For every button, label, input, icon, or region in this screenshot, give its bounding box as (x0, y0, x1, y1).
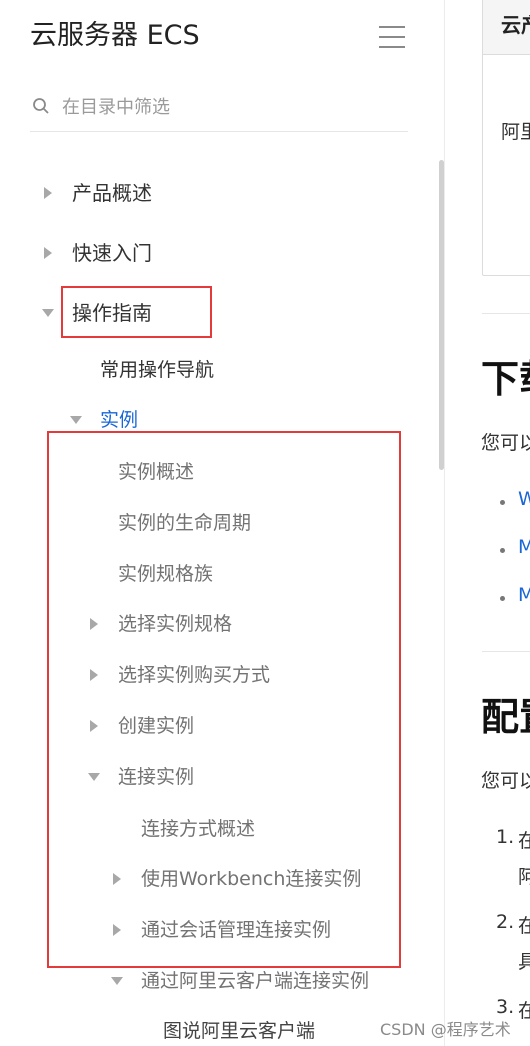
catalog-filter (30, 86, 408, 132)
nav-item-label: 连接方式概述 (141, 818, 256, 840)
section-divider (482, 313, 530, 314)
caret-down-icon (42, 309, 54, 317)
section-paragraph: 您可以 (481, 770, 530, 792)
step-text: 在 (518, 830, 530, 852)
nav-item-create-instance[interactable]: 创建实例 (86, 709, 396, 743)
section-divider (482, 651, 530, 652)
caret-right-icon (44, 187, 52, 199)
step-text: 在 (518, 1000, 530, 1022)
hamburger-menu-icon[interactable] (379, 26, 405, 48)
nav-item-label: 通过阿里云客户端连接实例 (141, 970, 370, 992)
nav-item-label: 实例概述 (118, 461, 195, 483)
step-text: 在 (518, 915, 530, 937)
section-heading-download: 下载 (481, 357, 530, 401)
nav-item-session-manager-connect[interactable]: 通过会话管理连接实例 (109, 913, 399, 947)
caret-down-icon (88, 773, 100, 781)
nav-item-label: 创建实例 (118, 715, 195, 737)
caret-right-icon (90, 720, 98, 732)
nav-item-label: 通过会话管理连接实例 (141, 919, 332, 941)
step-text: 阿 (518, 866, 530, 888)
caret-down-icon (70, 416, 82, 424)
sidebar-header: 云服务器 ECS (30, 18, 408, 58)
nav-item-instance-lifecycle[interactable]: 实例的生命周期 (118, 505, 398, 539)
section-heading-config: 配置 (481, 695, 530, 739)
nav-item-instance[interactable]: 实例 (68, 403, 368, 437)
bullet-icon (500, 548, 505, 553)
nav-item-select-instance-type[interactable]: 选择实例规格 (86, 607, 396, 641)
nav-item-label: 选择实例规格 (118, 613, 233, 635)
nav-item-label: 使用Workbench连接实例 (141, 868, 362, 890)
nav-item-label: 实例 (100, 409, 139, 431)
step-text: 具 (518, 951, 530, 973)
caret-down-icon (111, 977, 123, 985)
step-number: 1. (496, 826, 515, 848)
download-link[interactable]: M (518, 536, 530, 558)
nav-item-label: 连接实例 (118, 766, 195, 788)
sidebar-nav: 云服务器 ECS 产品概述 快速入门 操作指南 常用操作导航 实例 实例概述 实… (0, 0, 445, 1046)
caret-right-icon (113, 873, 121, 885)
main-content: 云产 阿里 下载 您可以 W M M 配置 您可以 1. 在 阿 2. 在 具 … (446, 0, 530, 1046)
caret-right-icon (113, 924, 121, 936)
sidebar-scrollbar[interactable] (439, 160, 444, 470)
caret-right-icon (90, 618, 98, 630)
info-card: 云产 阿里 (482, 0, 530, 276)
nav-item-label: 操作指南 (72, 301, 152, 325)
info-card-text: 阿里 (501, 121, 530, 143)
download-link[interactable]: W (518, 488, 530, 510)
section-paragraph: 您可以 (481, 432, 530, 454)
nav-item-common-operations[interactable]: 常用操作导航 (100, 353, 400, 387)
nav-item-workbench-connect[interactable]: 使用Workbench连接实例 (109, 862, 399, 896)
search-icon (33, 98, 49, 114)
image-caption: 图说阿里云客户端 (163, 1020, 316, 1042)
nav-item-connection-overview[interactable]: 连接方式概述 (141, 811, 396, 845)
nav-item-instance-overview[interactable]: 实例概述 (118, 454, 398, 488)
nav-item-label: 实例规格族 (118, 563, 214, 585)
step-number: 3. (496, 996, 515, 1018)
nav-item-label: 快速入门 (72, 241, 152, 265)
sidebar-title: 云服务器 ECS (30, 20, 200, 51)
bullet-icon (500, 596, 505, 601)
nav-item-quick-start[interactable]: 快速入门 (40, 236, 340, 270)
caret-right-icon (44, 247, 52, 259)
watermark: CSDN @程序艺术 (380, 1020, 511, 1039)
nav-item-label: 实例的生命周期 (118, 512, 252, 534)
nav-item-select-billing-method[interactable]: 选择实例购买方式 (86, 658, 396, 692)
nav-item-product-overview[interactable]: 产品概述 (40, 176, 340, 210)
info-card-title: 云产 (501, 13, 530, 37)
nav-item-connect-instance[interactable]: 连接实例 (86, 760, 396, 794)
info-card-header: 云产 (483, 0, 530, 55)
nav-item-label: 选择实例购买方式 (118, 664, 271, 686)
catalog-filter-input[interactable] (62, 92, 362, 122)
nav-item-label: 产品概述 (72, 181, 152, 205)
bullet-icon (500, 500, 505, 505)
download-link[interactable]: M (518, 584, 530, 606)
caret-right-icon (90, 669, 98, 681)
step-number: 2. (496, 911, 515, 933)
nav-item-instance-families[interactable]: 实例规格族 (118, 556, 398, 590)
nav-item-label: 常用操作导航 (100, 359, 215, 381)
nav-item-aliyun-client-connect[interactable]: 通过阿里云客户端连接实例 (109, 964, 399, 998)
nav-item-operation-guide[interactable]: 操作指南 (40, 296, 340, 330)
